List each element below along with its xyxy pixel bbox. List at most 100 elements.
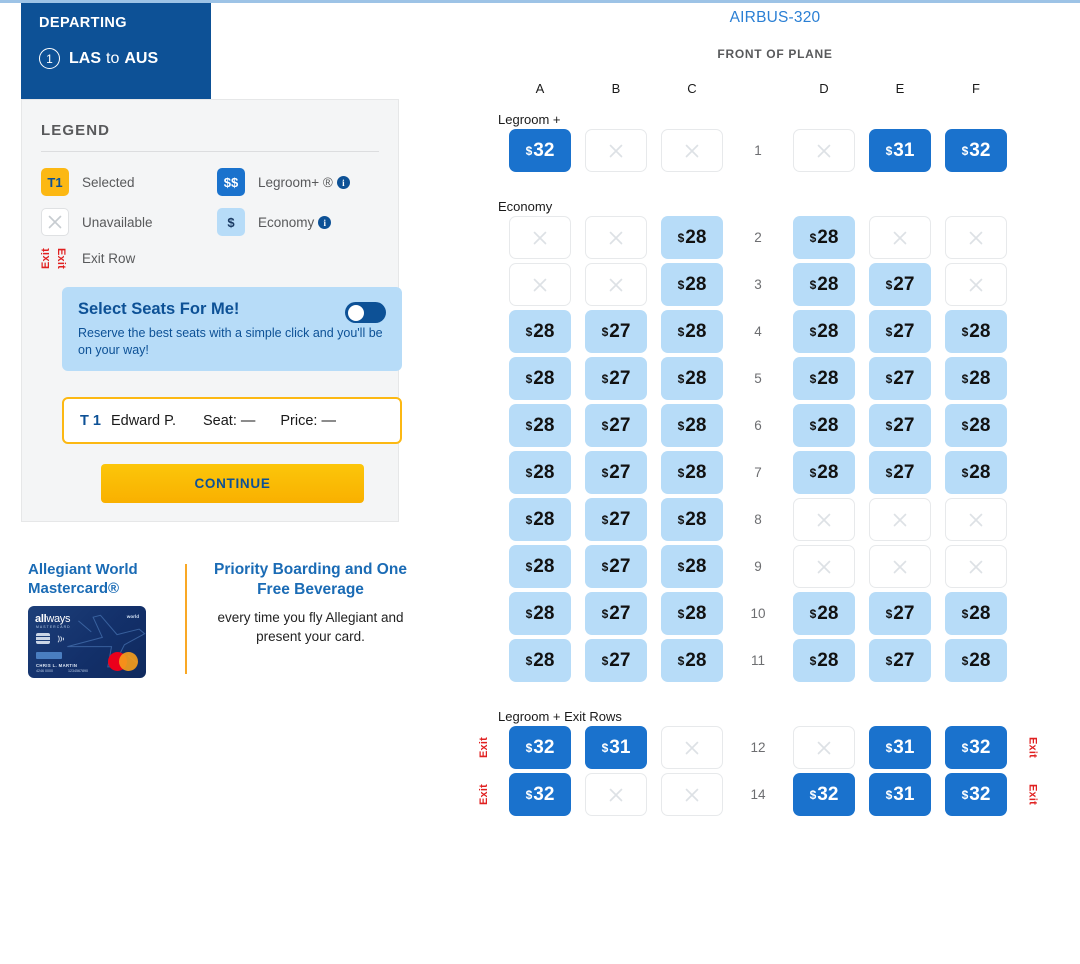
card-world-mark: world [126, 614, 139, 620]
seat-12B[interactable]: $31 [585, 726, 647, 769]
seat-14A[interactable]: $32 [509, 773, 571, 816]
row-number-2: 2 [754, 230, 762, 245]
seat-5C[interactable]: $28 [661, 357, 723, 400]
exit-label-right: Exit [55, 248, 67, 269]
seat-4D[interactable]: $28 [793, 310, 855, 353]
seat-7B[interactable]: $27 [585, 451, 647, 494]
seat-12F[interactable]: $32 [945, 726, 1007, 769]
seat-11D[interactable]: $28 [793, 639, 855, 682]
seat-8A[interactable]: $28 [509, 498, 571, 541]
seat-2C[interactable]: $28 [661, 216, 723, 259]
column-header-A: A [535, 80, 545, 96]
seat-11A[interactable]: $28 [509, 639, 571, 682]
seat-4F[interactable]: $28 [945, 310, 1007, 353]
seat-10B[interactable]: $27 [585, 592, 647, 635]
seat-10E[interactable]: $27 [869, 592, 931, 635]
seat-section-label: Legroom + Exit Rows [498, 709, 622, 724]
seat-1A[interactable]: $32 [509, 129, 571, 172]
info-icon-economy[interactable]: i [318, 216, 332, 229]
seat-11F[interactable]: $28 [945, 639, 1007, 682]
card-number-part1: 4246 0000 [36, 669, 53, 674]
seat-9B[interactable]: $27 [585, 545, 647, 588]
auto-select-seats-card: Select Seats For Me! Reserve the best se… [62, 287, 402, 371]
seat-11B[interactable]: $27 [585, 639, 647, 682]
row-number-12: 12 [750, 740, 766, 755]
legend-exit-row-label: Exit Row [82, 250, 136, 266]
seat-11C[interactable]: $28 [661, 639, 723, 682]
seat-6C[interactable]: $28 [661, 404, 723, 447]
seat-6F[interactable]: $28 [945, 404, 1007, 447]
seat-5E[interactable]: $27 [869, 357, 931, 400]
seat-4C[interactable]: $28 [661, 310, 723, 353]
front-of-plane-label: FRONT OF PLANE [717, 47, 833, 61]
seat-3D[interactable]: $28 [793, 263, 855, 306]
row-number-3: 3 [754, 277, 762, 292]
seat-4B[interactable]: $27 [585, 310, 647, 353]
seat-12E[interactable]: $31 [869, 726, 931, 769]
seat-10C[interactable]: $28 [661, 592, 723, 635]
exit-marker-left: Exit [477, 737, 490, 758]
route-text: LAS to AUS [69, 50, 158, 68]
seat-6A[interactable]: $28 [509, 404, 571, 447]
seat-6B[interactable]: $27 [585, 404, 647, 447]
departing-flight-tab[interactable]: DEPARTING 1 LAS to AUS [21, 3, 211, 99]
seat-8F-unavailable [945, 498, 1007, 541]
seat-6E[interactable]: $27 [869, 404, 931, 447]
seat-7C[interactable]: $28 [661, 451, 723, 494]
passenger-seat-value: Seat: — [202, 412, 256, 429]
seat-1E[interactable]: $31 [869, 129, 931, 172]
seat-12A[interactable]: $32 [509, 726, 571, 769]
seat-8D-unavailable [793, 498, 855, 541]
seat-7D[interactable]: $28 [793, 451, 855, 494]
seat-14E[interactable]: $31 [869, 773, 931, 816]
seat-4A[interactable]: $28 [509, 310, 571, 353]
continue-button[interactable]: CONTINUE [101, 464, 364, 503]
seat-grid: A B C D E F Legroom + $32 1 $31 $32 Economy $28 2 $28 $… [470, 75, 1080, 818]
legend-title: LEGEND [41, 122, 111, 139]
seat-9E-unavailable [869, 545, 931, 588]
seat-7E[interactable]: $27 [869, 451, 931, 494]
seat-8C[interactable]: $28 [661, 498, 723, 541]
seat-3E[interactable]: $27 [869, 263, 931, 306]
seat-6D[interactable]: $28 [793, 404, 855, 447]
seat-4E[interactable]: $27 [869, 310, 931, 353]
row-number-4: 4 [754, 324, 762, 339]
seat-14D[interactable]: $32 [793, 773, 855, 816]
seat-3A-unavailable [509, 263, 571, 306]
seat-5D[interactable]: $28 [793, 357, 855, 400]
destination-code: AUS [124, 49, 159, 67]
route-line: 1 LAS to AUS [39, 48, 211, 69]
seat-7A[interactable]: $28 [509, 451, 571, 494]
seat-10A[interactable]: $28 [509, 592, 571, 635]
seat-1F[interactable]: $32 [945, 129, 1007, 172]
auto-select-toggle[interactable] [345, 302, 386, 323]
seat-9C[interactable]: $28 [661, 545, 723, 588]
seat-7F[interactable]: $28 [945, 451, 1007, 494]
seat-9A[interactable]: $28 [509, 545, 571, 588]
seat-10F[interactable]: $28 [945, 592, 1007, 635]
seat-14F[interactable]: $32 [945, 773, 1007, 816]
seat-5A[interactable]: $28 [509, 357, 571, 400]
seat-1B-unavailable [585, 129, 647, 172]
info-icon-legroom[interactable]: i [336, 176, 350, 189]
seat-3C[interactable]: $28 [661, 263, 723, 306]
origin-code: LAS [69, 49, 101, 67]
legend-panel: LEGEND T1 Selected $$ Legroom+ ® i Unavai… [21, 99, 402, 522]
promo-divider [185, 564, 187, 674]
promo-body-text: every time you fly Allegiant and present… [217, 610, 404, 645]
auto-select-subtitle: Reserve the best seats with a simple cli… [78, 326, 383, 357]
seat-8B[interactable]: $27 [585, 498, 647, 541]
seat-5B[interactable]: $27 [585, 357, 647, 400]
seat-11E[interactable]: $27 [869, 639, 931, 682]
seat-2D[interactable]: $28 [793, 216, 855, 259]
contactless-icon [57, 635, 65, 644]
legend-legroom-label: Legroom+ ® i [258, 175, 398, 190]
seat-5F[interactable]: $28 [945, 357, 1007, 400]
passenger-row[interactable]: T 1 Edward P. Seat: — Price: — [62, 397, 402, 444]
row-number-7: 7 [754, 465, 762, 480]
seat-10D[interactable]: $28 [793, 592, 855, 635]
legend-divider [41, 151, 379, 152]
legend-economy-icon: $ [217, 208, 245, 236]
seat-14B-unavailable [585, 773, 647, 816]
passenger-price-value: Price: — [280, 412, 336, 429]
